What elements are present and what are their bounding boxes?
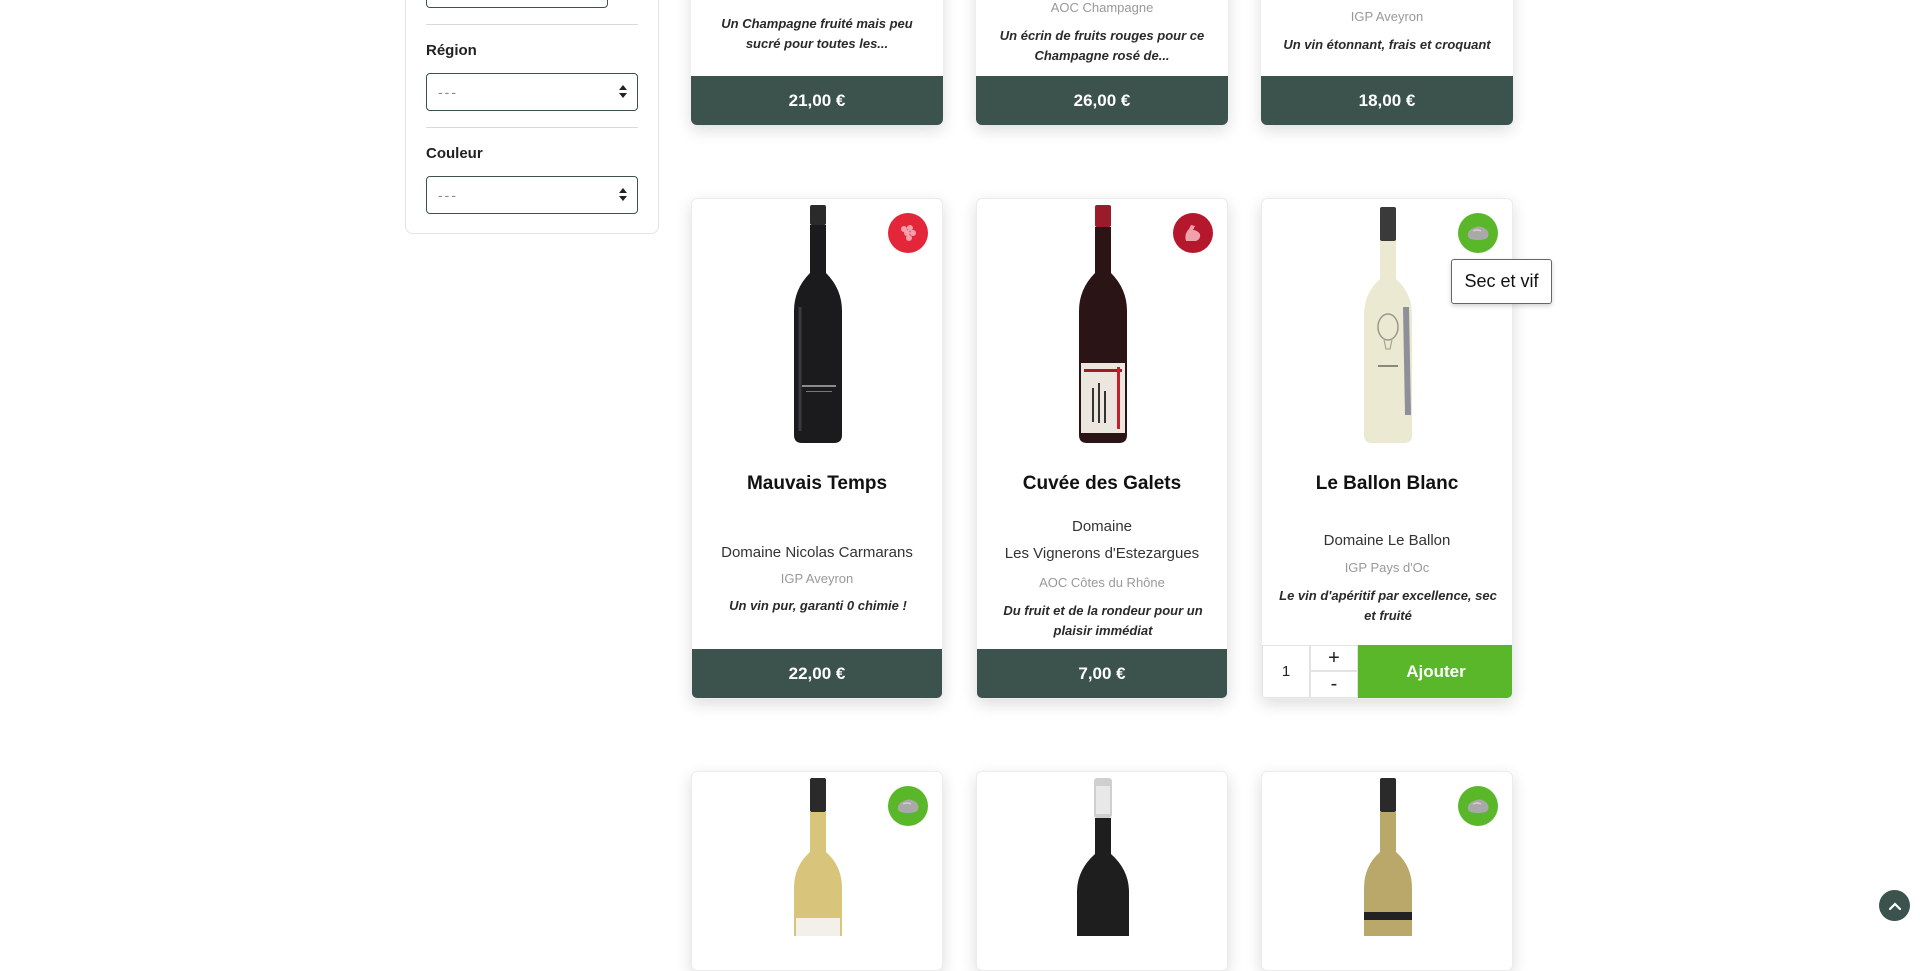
filter-sidebar: Région --- Couleur --- (405, 0, 659, 234)
wine-bottle-image[interactable] (1342, 203, 1434, 445)
product-card[interactable]: IGP Aveyron Un vin étonnant, frais et cr… (1261, 0, 1513, 125)
product-card[interactable] (691, 771, 943, 971)
chevron-up-icon (1888, 901, 1901, 910)
stone-icon[interactable] (1458, 786, 1498, 826)
region-filter-label: Région (426, 42, 477, 59)
product-appellation: IGP Aveyron (1350, 9, 1424, 24)
product-domain: Domaine Le Ballon (1323, 532, 1451, 549)
product-appellation: IGP Pays d'Oc (1344, 560, 1430, 575)
quantity-decrement-button[interactable]: - (1310, 671, 1358, 698)
product-domain: Domaine Nicolas Carmarans (721, 544, 913, 561)
filter-divider (426, 24, 638, 25)
product-price: 21,00 € (691, 76, 943, 125)
wine-bottle-image[interactable] (772, 776, 864, 936)
product-appellation: AOC Champagne (1050, 0, 1154, 15)
product-name[interactable]: Le Ballon Blanc (1262, 473, 1512, 495)
previous-filter-select[interactable] (426, 0, 608, 8)
product-card[interactable]: AOC Champagne Un écrin de fruits rouges … (976, 0, 1228, 125)
product-appellation: AOC Côtes du Rhône (1039, 575, 1165, 590)
product-price: 7,00 € (977, 649, 1227, 698)
muscle-arm-icon[interactable] (1173, 213, 1213, 253)
stone-icon[interactable] (888, 786, 928, 826)
product-price: 22,00 € (692, 649, 942, 698)
add-to-cart-button[interactable]: Ajouter (1358, 645, 1512, 698)
product-card-mauvais-temps[interactable]: Mauvais Temps Domaine Nicolas Carmarans … (691, 198, 943, 699)
wine-bottle-image[interactable] (1342, 776, 1434, 936)
color-select[interactable]: --- (426, 176, 638, 214)
select-arrows-icon (619, 187, 627, 203)
product-price: 18,00 € (1261, 76, 1513, 125)
product-name[interactable]: Cuvée des Galets (977, 473, 1227, 495)
quantity-increment-button[interactable]: + (1310, 645, 1358, 671)
product-tagline: Le vin d'apéritif par excellence, sec et… (1279, 588, 1497, 623)
wine-bottle-image[interactable] (1057, 203, 1149, 445)
product-tagline: Un vin étonnant, frais et croquant (1283, 37, 1491, 52)
region-select-value: --- (438, 84, 458, 100)
color-filter-label: Couleur (426, 145, 483, 162)
product-card-cuvee-des-galets[interactable]: Cuvée des Galets Domaine Les Vignerons d… (976, 198, 1228, 699)
product-card[interactable]: Un Champagne fruité mais peu sucré pour … (691, 0, 943, 125)
product-price: 26,00 € (976, 76, 1228, 125)
select-arrows-icon (619, 84, 627, 100)
product-card[interactable] (976, 771, 1228, 971)
product-card[interactable] (1261, 771, 1513, 971)
product-tagline: Un Champagne fruité mais peu sucré pour … (721, 16, 913, 51)
product-tagline: Un écrin de fruits rouges pour ce Champa… (999, 28, 1205, 63)
product-domain-name: Les Vignerons d'Estezargues (1004, 545, 1200, 562)
product-appellation: IGP Aveyron (780, 571, 854, 586)
product-domain: Domaine (1071, 518, 1133, 535)
badge-tooltip: Sec et vif (1451, 259, 1552, 304)
grapes-icon[interactable] (888, 213, 928, 253)
add-to-cart-bar: 1 + - Ajouter (1262, 645, 1512, 698)
champagne-bottle-image[interactable] (1057, 776, 1149, 936)
stone-icon[interactable] (1458, 213, 1498, 253)
color-select-value: --- (438, 187, 458, 203)
product-name[interactable]: Mauvais Temps (692, 473, 942, 495)
region-select[interactable]: --- (426, 73, 638, 111)
wine-bottle-image[interactable] (772, 203, 864, 445)
quantity-input[interactable]: 1 (1262, 645, 1310, 698)
scroll-to-top-button[interactable] (1879, 890, 1910, 921)
product-tagline: Du fruit et de la rondeur pour un plaisi… (1003, 603, 1203, 638)
filter-divider (426, 127, 638, 128)
product-tagline: Un vin pur, garanti 0 chimie ! (729, 598, 907, 613)
